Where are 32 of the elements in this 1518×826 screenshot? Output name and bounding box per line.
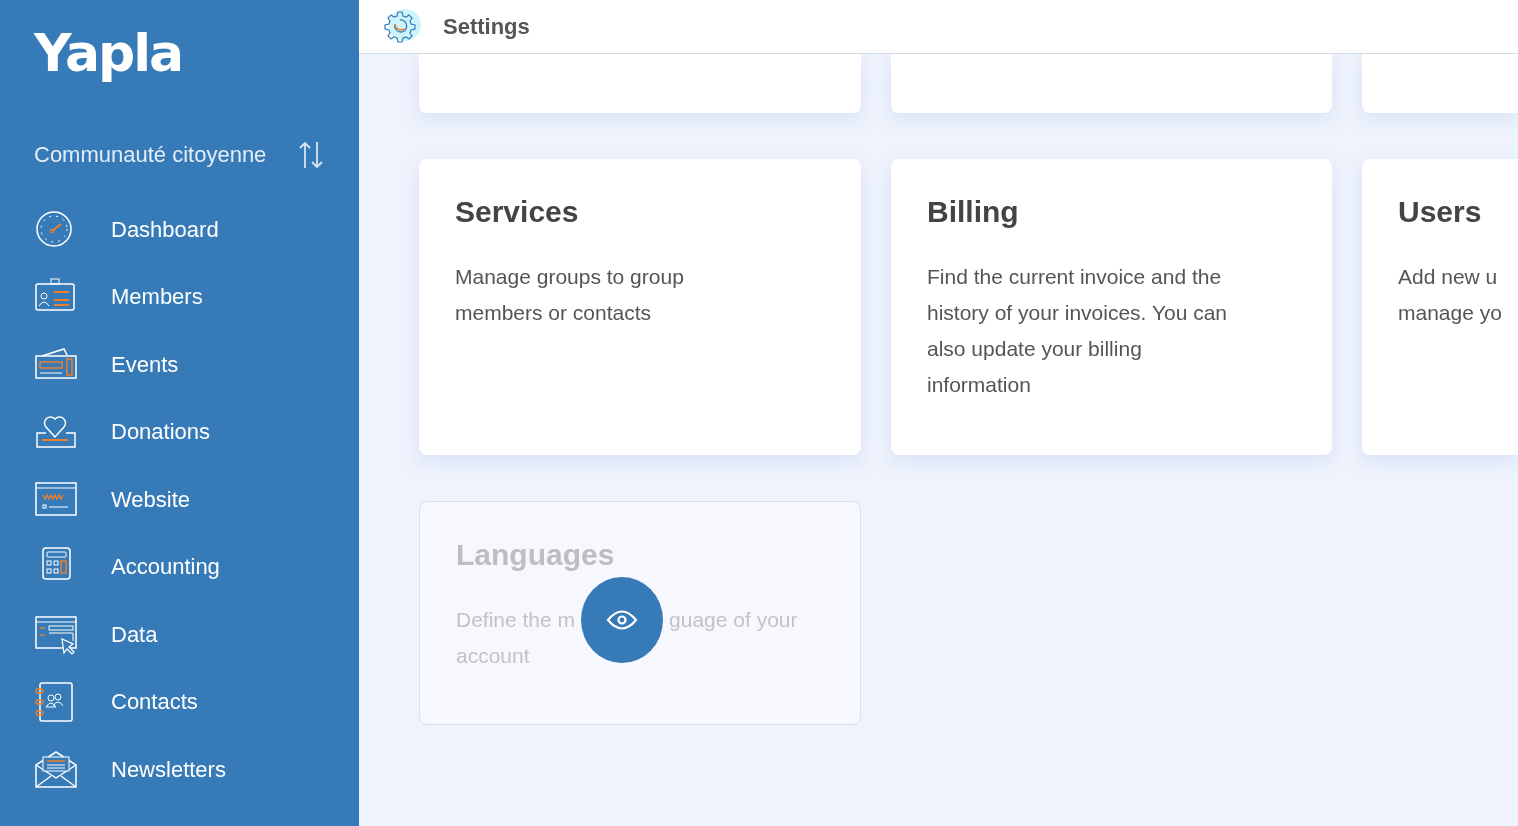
page-title: Settings [443, 13, 530, 40]
logo: Yapla [34, 22, 183, 84]
card-description: manage yo [1398, 300, 1503, 326]
card-title: Users [1398, 195, 1483, 229]
card-description: also update your billing [927, 336, 1143, 362]
sidebar-item[interactable]: Dashboard [34, 196, 359, 264]
card-description: members or contacts [455, 300, 653, 326]
sidebar-item[interactable]: Newsletters [34, 736, 359, 804]
sidebar-item[interactable]: Members [34, 263, 359, 331]
card-description: Manage groups to group [455, 264, 685, 290]
eye-icon [606, 609, 639, 631]
settings-card[interactable]: Billing Find the current invoice and the history of your invoices. You can also update your billing information [891, 159, 1332, 455]
sidebar-item[interactable]: Donations [34, 398, 359, 466]
organization-name: Communauté citoyenne [34, 142, 267, 168]
card-description: information [927, 372, 1032, 398]
sidebar-item[interactable]: Website [34, 466, 359, 534]
card-description: history of your invoices. You can [927, 300, 1228, 326]
sidebar-item[interactable]: Accounting [34, 533, 359, 601]
settings-card[interactable]: Services Manage groups to group members or contacts [419, 159, 861, 455]
form-window-icon [34, 613, 78, 656]
sidebar-item[interactable]: Contacts [34, 668, 359, 736]
card-title: Services [455, 195, 580, 229]
gear-icon [381, 8, 421, 45]
sidebar-item[interactable]: Data [34, 601, 359, 669]
sidebar-item[interactable]: Events [34, 331, 359, 399]
card-description: Add new u [1398, 264, 1499, 290]
card-title: Billing [927, 195, 1020, 229]
card-description: Find the current invoice and the [927, 264, 1223, 290]
envelope-icon [34, 748, 78, 791]
settings-card[interactable]: Users Add new u manage yo [1362, 159, 1518, 455]
card-title: Languages [456, 538, 616, 572]
switch-icon[interactable] [298, 140, 325, 170]
